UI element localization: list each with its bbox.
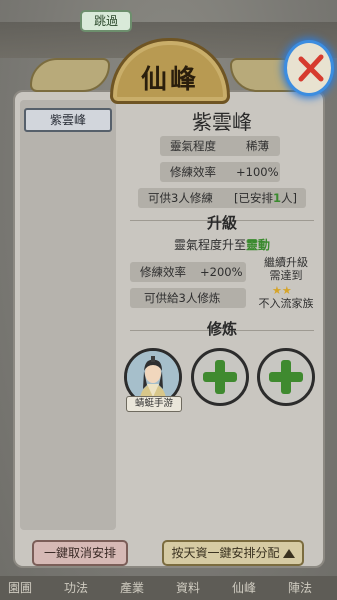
qi-level-label: 靈氣程度 [170,139,216,153]
continue-note-line1: 繼續升級 [264,256,308,269]
continue-note-line2: 需達到 [269,269,303,282]
qi-upgrade-line: 靈氣程度升至靈動 [130,236,314,253]
nav-item-skills[interactable]: 功法 [64,579,88,596]
qi-level-row: 靈氣程度 稀薄 [160,136,280,156]
capacity-assigned-suffix: 人] [281,191,298,205]
qi-upgrade-prefix: 靈氣程度升至 [173,238,246,252]
cancel-all-button[interactable]: 一鍵取消安排 [32,540,128,566]
capacity-row: 可供3人修練 [已安排1人] [138,188,306,208]
triangle-up-icon [282,549,295,558]
requirement-text: 不入流家族 [258,297,314,310]
add-icon [269,360,303,394]
close-icon [298,54,324,82]
skip-button[interactable]: 跳過 [80,10,132,32]
star-rating-icon: ★★ [272,284,292,297]
qi-upgrade-target: 靈動 [246,238,271,252]
efficiency-value: +100% [236,165,279,179]
continue-upgrade-note: 繼續升級 需達到 [256,256,316,282]
nav-item-peaks[interactable]: 仙峰 [232,579,256,596]
disciple-slot-2[interactable] [191,348,249,406]
capacity-assigned: [已安排1人] [234,188,297,208]
capacity-assigned-count: 1 [273,191,282,205]
title-plaque: 仙峰 [110,38,230,104]
nav-item-resources[interactable]: 資料 [176,579,200,596]
nav-item-formations[interactable]: 陣法 [288,579,312,596]
nav-item-garden[interactable]: 園圃 [8,579,32,596]
qi-level-value: 稀薄 [246,139,269,153]
auto-assign-label: 按天資一鍵安排分配 [171,546,280,560]
disciple-name: 蜻蜓手游 [126,396,182,412]
upgrade-efficiency-value: +200% [200,265,243,279]
close-button[interactable] [284,40,334,96]
title-wing-left [30,58,110,92]
efficiency-label: 修練效率 [170,165,216,179]
upgrade-heading: 升級 [206,214,237,232]
auto-assign-button[interactable]: 按天資一鍵安排分配 [162,540,304,566]
efficiency-row: 修練效率 +100% [160,162,280,182]
upgrade-efficiency-row: 修練效率 +200% [130,262,246,282]
bottom-nav: 園圃 功法 產業 資料 仙峰 陣法 [0,576,337,600]
disciple-slot-3[interactable] [257,348,315,406]
title-banner: 仙峰 [30,28,310,104]
upgrade-efficiency-label: 修練效率 [140,265,186,279]
cultivate-heading: 修炼 [206,320,237,338]
sidebar-item-peak[interactable]: 紫雲峰 [24,108,112,132]
capacity-assigned-prefix: [已安排 [234,191,273,205]
peak-name: 紫雲峰 [192,110,252,134]
capacity-text: 可供3人修練 [148,191,213,205]
upgrade-capacity-row: 可供給3人修炼 [130,288,246,308]
page-title: 仙峰 [140,65,199,95]
nav-item-industry[interactable]: 產業 [120,579,144,596]
peak-list [20,100,116,530]
add-icon [203,360,237,394]
upgrade-capacity-text: 可供給3人修炼 [144,291,221,305]
